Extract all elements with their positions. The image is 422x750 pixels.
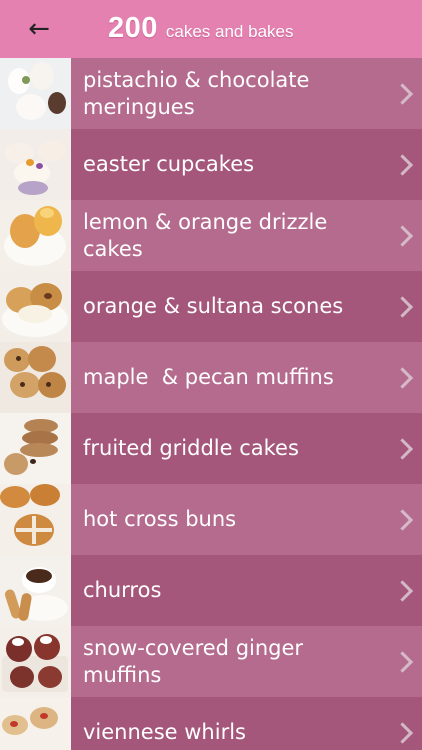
list-item[interactable]: easter cupcakes — [0, 129, 422, 200]
list-item[interactable]: maple & pecan muffins — [0, 342, 422, 413]
thumbnail-image — [0, 413, 71, 484]
recipe-label: pistachio & chocolate meringues — [83, 67, 310, 119]
thumbnail-image — [0, 58, 71, 129]
app: ← 200 cakes and bakes pistachio & chocol… — [0, 0, 422, 750]
recipe-label: hot cross buns — [83, 507, 237, 531]
recipe-label: churros — [83, 578, 162, 602]
recipe-label: viennese whirls — [83, 720, 246, 744]
list-item[interactable]: snow-covered ginger muffins — [0, 626, 422, 697]
list-item[interactable]: fruited griddle cakes — [0, 413, 422, 484]
recipe-label: easter cupcakes — [83, 152, 255, 176]
page-title: 200 cakes and bakes — [108, 12, 293, 45]
thumbnail-image — [0, 555, 71, 626]
thumbnail-image — [0, 342, 71, 413]
recipe-label: maple & pecan muffins — [83, 365, 334, 389]
recipe-label: orange & sultana scones — [83, 294, 344, 318]
thumbnail-image — [0, 626, 71, 697]
list-item[interactable]: viennese whirls — [0, 697, 422, 750]
recipe-label: snow-covered ginger muffins — [83, 635, 304, 687]
thumbnail-image — [0, 129, 71, 200]
back-button[interactable]: ← — [10, 0, 68, 58]
list-item[interactable]: pistachio & chocolate meringues — [0, 58, 422, 129]
recipe-list: pistachio & chocolate meringues easter c… — [0, 58, 422, 750]
thumbnail-image — [0, 271, 71, 342]
thumbnail-image — [0, 697, 71, 750]
thumbnail-image — [0, 484, 71, 555]
list-item[interactable]: lemon & orange drizzle cakes — [0, 200, 422, 271]
thumbnail-image — [0, 200, 71, 271]
list-item[interactable]: churros — [0, 555, 422, 626]
arrow-left-icon: ← — [28, 14, 50, 44]
header-bar: ← 200 cakes and bakes — [0, 0, 422, 58]
list-item[interactable]: hot cross buns — [0, 484, 422, 555]
title-subtitle: cakes and bakes — [165, 22, 294, 41]
recipe-label: fruited griddle cakes — [83, 436, 299, 460]
list-item[interactable]: orange & sultana scones — [0, 271, 422, 342]
title-number: 200 — [108, 12, 158, 44]
recipe-label: lemon & orange drizzle cakes — [83, 209, 328, 261]
